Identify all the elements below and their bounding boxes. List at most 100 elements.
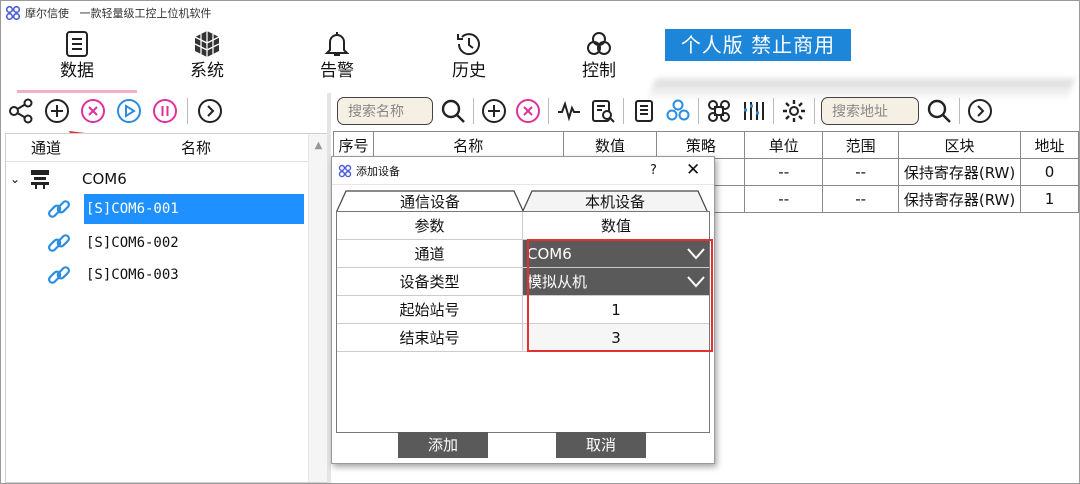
nav-data-label: 数据 <box>60 61 94 81</box>
table-cell[interactable]: 1 <box>1020 185 1079 213</box>
start-button[interactable] <box>115 97 143 125</box>
nav-data[interactable]: 数据 <box>17 29 137 93</box>
connect-button[interactable] <box>7 97 35 125</box>
tree-device-node[interactable]: [S]COM6-002 <box>46 228 179 258</box>
tree-channel-node[interactable]: ⌄ COM6 <box>10 166 127 192</box>
tab-local-device[interactable]: 本机设备 <box>522 189 708 213</box>
columns-button[interactable] <box>739 97 767 125</box>
columns-icon <box>744 102 764 120</box>
tree-device-node[interactable]: [S]COM6-001 <box>46 194 304 224</box>
nav-history-label: 历史 <box>452 61 486 81</box>
column-header[interactable]: 范围 <box>822 131 900 159</box>
tab-comm-device[interactable]: 通信设备 <box>336 189 524 213</box>
param-key: 结束站号 <box>337 324 523 352</box>
waveform-button[interactable] <box>555 97 583 125</box>
next-button[interactable] <box>196 97 224 125</box>
tree-scrollbar[interactable]: ▲ <box>308 134 328 482</box>
end-station-input[interactable]: 3 <box>523 324 709 352</box>
license-banner: 个人版 禁止商用 <box>665 29 851 61</box>
add-register-button[interactable] <box>480 97 508 125</box>
start-station-input[interactable]: 1 <box>523 296 709 324</box>
nav-system[interactable]: 系统 <box>167 29 247 89</box>
dialog-title: 添加设备 <box>356 164 400 178</box>
toolbar-separator <box>187 98 188 124</box>
toolbar-separator <box>773 98 774 124</box>
search-log-button[interactable] <box>589 97 617 125</box>
column-header[interactable]: 地址 <box>1020 131 1079 159</box>
search-address-button[interactable] <box>925 97 953 125</box>
nav-control-label: 控制 <box>582 61 616 81</box>
layout-button[interactable] <box>705 97 733 125</box>
table-cell[interactable]: 保持寄存器(RW) <box>898 185 1022 213</box>
control-icon <box>587 32 611 55</box>
serial-port-icon <box>31 170 49 189</box>
link-icon <box>48 234 70 252</box>
history-icon <box>457 33 480 56</box>
nav-control[interactable]: 控制 <box>559 29 639 89</box>
chevron-right-circle-icon <box>968 99 992 123</box>
add-device-button[interactable] <box>43 97 71 125</box>
table-cell[interactable]: -- <box>822 185 900 213</box>
tree-device-node[interactable]: [S]COM6-003 <box>46 260 179 290</box>
cancel-button[interactable]: 取消 <box>556 432 646 458</box>
column-header[interactable]: 名称 <box>372 131 564 159</box>
group-button[interactable] <box>664 97 692 125</box>
channel-select[interactable]: COM6 <box>523 240 709 268</box>
column-header[interactable]: 区块 <box>898 131 1022 159</box>
play-circle-icon <box>117 99 141 123</box>
help-button[interactable]: ? <box>650 163 657 178</box>
nav-alarm[interactable]: 告警 <box>297 29 377 89</box>
collapse-chevron-icon[interactable]: ⌄ <box>10 172 28 186</box>
param-key: 设备类型 <box>337 268 523 296</box>
add-button[interactable]: 添加 <box>398 432 488 458</box>
table-cell[interactable]: -- <box>744 185 824 213</box>
device-label: [S]COM6-001 <box>84 194 304 224</box>
search-document-icon <box>592 100 615 123</box>
param-key: 起始站号 <box>337 296 523 324</box>
pause-button[interactable] <box>151 97 179 125</box>
chevron-right-circle-icon <box>198 99 222 123</box>
toolbar-separator <box>698 98 699 124</box>
search-name-input[interactable]: 搜索名称 <box>337 97 433 125</box>
tree-header: 通道 名称 <box>6 134 328 162</box>
param-row: 结束站号 3 <box>337 324 709 352</box>
param-row: 设备类型 模拟从机 <box>337 268 709 296</box>
document-icon <box>635 100 653 122</box>
close-button[interactable]: ✕ <box>686 160 700 180</box>
param-grid: 参数 数值 通道 COM6 设备类型 模拟从机 起始站号 1 结束站号 3 <box>336 211 713 433</box>
table-cell[interactable]: -- <box>744 158 824 186</box>
search-icon <box>441 99 465 123</box>
delete-register-button[interactable] <box>514 97 542 125</box>
remove-device-button[interactable] <box>79 97 107 125</box>
plus-circle-icon <box>45 99 69 123</box>
table-cell[interactable]: 0 <box>1020 158 1079 186</box>
table-cell[interactable]: -- <box>822 158 900 186</box>
nav-system-label: 系统 <box>190 61 224 81</box>
param-row: 起始站号 1 <box>337 296 709 324</box>
waveform-icon <box>558 100 580 122</box>
share-nodes-icon <box>9 98 33 124</box>
app-logo-icon <box>5 5 21 21</box>
group-circles-icon <box>666 99 690 121</box>
search-address-input[interactable]: 搜索地址 <box>821 97 919 125</box>
table-cell[interactable]: 保持寄存器(RW) <box>898 158 1022 186</box>
link-icon <box>48 266 70 284</box>
tree-header-channel: 通道 <box>30 139 61 157</box>
column-header[interactable]: 策略 <box>656 131 746 159</box>
document-button[interactable] <box>630 97 658 125</box>
column-header[interactable]: 序号 <box>333 131 374 159</box>
nav-history[interactable]: 历史 <box>429 29 509 89</box>
param-header: 参数 <box>337 212 523 240</box>
column-header[interactable]: 数值 <box>562 131 658 159</box>
next-page-button[interactable] <box>966 97 994 125</box>
tree-header-name: 名称 <box>180 139 211 157</box>
param-row: 通道 COM6 <box>337 240 709 268</box>
device-type-select[interactable]: 模拟从机 <box>523 268 709 296</box>
column-header[interactable]: 单位 <box>744 131 824 159</box>
search-name-button[interactable] <box>439 97 467 125</box>
device-tree: 通道 名称 ▲ ⌄ COM6 [S]COM6-001 [S]COM6-002 [… <box>5 133 329 483</box>
app-logo-icon <box>338 164 352 177</box>
scroll-up-icon[interactable]: ▲ <box>309 134 328 151</box>
chevron-down-icon <box>687 247 705 260</box>
settings-button[interactable] <box>780 97 808 125</box>
